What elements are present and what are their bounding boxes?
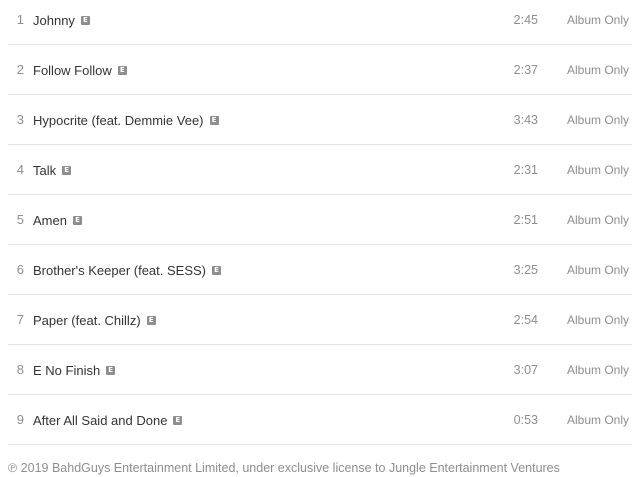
track-number: 8 <box>16 362 24 377</box>
track-number: 5 <box>16 212 24 227</box>
track-duration: 3:25 <box>513 263 538 277</box>
explicit-icon: E <box>173 415 183 425</box>
track-row[interactable]: 6 Brother's Keeper (feat. SESS) E 3:25 A… <box>8 245 632 295</box>
track-title[interactable]: Talk <box>33 163 56 178</box>
track-row[interactable]: 4 Talk E 2:31 Album Only <box>8 145 632 195</box>
track-title-group: Brother's Keeper (feat. SESS) E <box>33 245 222 295</box>
track-duration: 0:53 <box>513 413 538 427</box>
track-price-label: Album Only <box>567 313 630 327</box>
track-row[interactable]: 5 Amen E 2:51 Album Only <box>8 195 632 245</box>
track-price-label: Album Only <box>567 113 630 127</box>
track-title-group: Talk E <box>33 145 72 195</box>
explicit-icon: E <box>106 365 116 375</box>
track-row[interactable]: 9 After All Said and Done E 0:53 Album O… <box>8 395 632 445</box>
track-title[interactable]: Johnny <box>33 13 75 28</box>
track-price-label: Album Only <box>567 363 630 377</box>
track-number: 4 <box>16 162 24 177</box>
track-row[interactable]: 1 Johnny E 2:45 Album Only <box>8 0 632 45</box>
track-duration: 2:54 <box>513 313 538 327</box>
track-row[interactable]: 3 Hypocrite (feat. Demmie Vee) E 3:43 Al… <box>8 95 632 145</box>
track-price-label: Album Only <box>567 263 630 277</box>
track-duration: 2:37 <box>513 63 538 77</box>
track-number: 9 <box>16 412 24 427</box>
track-number: 2 <box>16 62 24 77</box>
explicit-icon: E <box>80 15 90 25</box>
track-title[interactable]: Hypocrite (feat. Demmie Vee) <box>33 113 204 128</box>
explicit-icon: E <box>209 115 219 125</box>
track-number: 6 <box>16 262 24 277</box>
track-title-group: Paper (feat. Chillz) E <box>33 295 156 345</box>
track-title[interactable]: Paper (feat. Chillz) <box>33 313 141 328</box>
explicit-icon: E <box>72 215 82 225</box>
track-title-group: Johnny E <box>33 0 90 45</box>
track-price-label: Album Only <box>567 163 630 177</box>
track-price-label: Album Only <box>567 13 630 27</box>
explicit-icon: E <box>117 65 127 75</box>
explicit-icon: E <box>212 265 222 275</box>
track-duration: 2:51 <box>513 213 538 227</box>
track-title-group: After All Said and Done E <box>33 395 183 445</box>
track-number: 7 <box>16 312 24 327</box>
track-title[interactable]: Amen <box>33 213 67 228</box>
track-list: 1 Johnny E 2:45 Album Only 2 Follow Foll… <box>8 0 632 445</box>
track-title-group: Amen E <box>33 195 82 245</box>
track-row[interactable]: 8 E No Finish E 3:07 Album Only <box>8 345 632 395</box>
copyright-notice: ℗ 2019 BahdGuys Entertainment Limited, u… <box>8 461 560 475</box>
track-title[interactable]: After All Said and Done <box>33 413 167 428</box>
track-number: 3 <box>16 112 24 127</box>
explicit-icon: E <box>146 315 156 325</box>
track-duration: 3:43 <box>513 113 538 127</box>
track-title-group: Hypocrite (feat. Demmie Vee) E <box>33 95 219 145</box>
track-duration: 3:07 <box>513 363 538 377</box>
track-title[interactable]: E No Finish <box>33 363 100 378</box>
track-price-label: Album Only <box>567 63 630 77</box>
track-row[interactable]: 2 Follow Follow E 2:37 Album Only <box>8 45 632 95</box>
track-duration: 2:31 <box>513 163 538 177</box>
track-duration: 2:45 <box>513 13 538 27</box>
explicit-icon: E <box>62 165 72 175</box>
track-title[interactable]: Follow Follow <box>33 63 112 78</box>
track-row[interactable]: 7 Paper (feat. Chillz) E 2:54 Album Only <box>8 295 632 345</box>
track-title-group: Follow Follow E <box>33 45 127 95</box>
track-price-label: Album Only <box>567 213 630 227</box>
track-title[interactable]: Brother's Keeper (feat. SESS) <box>33 263 206 278</box>
track-title-group: E No Finish E <box>33 345 116 395</box>
track-price-label: Album Only <box>567 413 630 427</box>
track-number: 1 <box>16 12 24 27</box>
